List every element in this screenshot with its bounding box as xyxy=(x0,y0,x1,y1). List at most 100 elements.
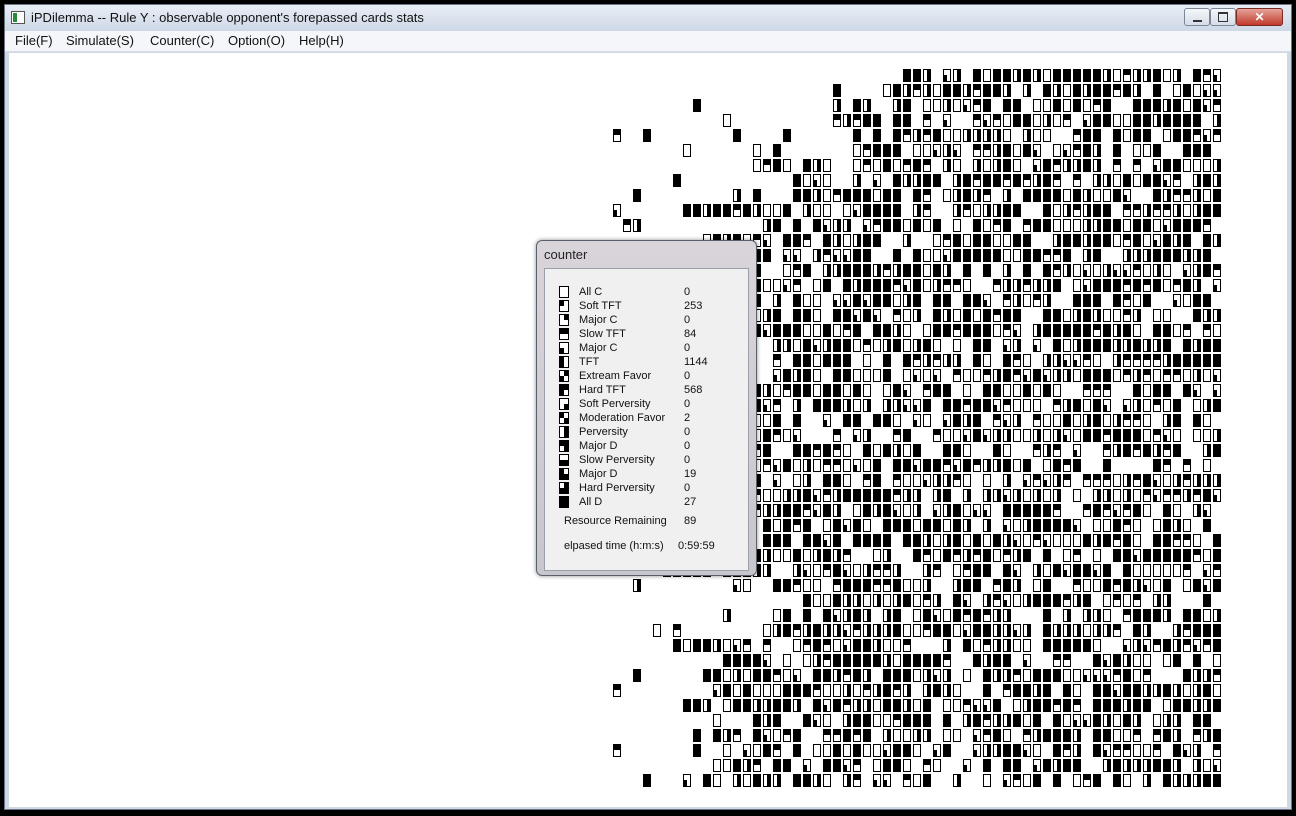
grid-cell xyxy=(924,400,930,411)
grid-cell xyxy=(1114,595,1120,600)
grid-cell xyxy=(1214,700,1220,711)
grid-cell xyxy=(1174,355,1180,366)
grid-cell xyxy=(1074,580,1080,585)
grid-cell xyxy=(784,520,790,531)
grid-cell xyxy=(1014,570,1017,576)
grid-cell xyxy=(904,595,910,606)
grid-cell xyxy=(864,715,870,726)
grid-cell xyxy=(1063,549,1071,562)
grid-cell xyxy=(1064,745,1070,750)
grid-cell xyxy=(1114,190,1120,201)
grid-cell xyxy=(813,354,821,367)
maximize-button[interactable] xyxy=(1210,8,1236,26)
grid-cell xyxy=(914,280,920,291)
grid-cell xyxy=(874,115,880,126)
grid-cell xyxy=(1104,505,1110,510)
grid-cell xyxy=(1014,715,1020,726)
grid-cell xyxy=(714,670,720,681)
grid-cell xyxy=(1194,645,1197,651)
grid-cell xyxy=(1044,250,1050,255)
grid-cell xyxy=(897,565,900,576)
grid-cell xyxy=(1204,775,1210,786)
grid-cell xyxy=(1094,115,1100,126)
grid-cell xyxy=(723,744,731,757)
grid-cell xyxy=(804,265,810,276)
grid-cell xyxy=(1004,160,1010,171)
grid-cell xyxy=(1034,535,1040,540)
grid-cell xyxy=(1074,700,1080,705)
grid-cell xyxy=(834,445,840,450)
grid-cell xyxy=(1044,375,1047,381)
grid-cell xyxy=(773,279,781,292)
grid-cell xyxy=(984,730,990,735)
grid-cell xyxy=(1114,220,1120,231)
grid-cell xyxy=(923,324,931,337)
grid-cell xyxy=(924,190,930,195)
grid-cell xyxy=(1194,355,1200,366)
grid-cell xyxy=(1153,519,1161,532)
grid-cell xyxy=(803,549,811,562)
grid-cell xyxy=(953,624,961,637)
menu-help[interactable]: Help(H) xyxy=(299,33,344,48)
grid-cell xyxy=(1204,520,1210,531)
grid-cell xyxy=(934,295,940,306)
grid-cell xyxy=(1164,775,1170,786)
grid-cell xyxy=(864,145,870,150)
grid-cell xyxy=(783,159,791,172)
grid-cell xyxy=(784,625,790,636)
grid-cell xyxy=(914,85,920,90)
grid-cell xyxy=(844,655,850,666)
menu-option[interactable]: Option(O) xyxy=(228,33,285,48)
grid-cell xyxy=(1074,360,1077,366)
grid-cell xyxy=(1034,345,1037,351)
grid-cell xyxy=(893,729,901,742)
grid-cell xyxy=(924,595,930,600)
grid-cell xyxy=(904,160,910,165)
grid-cell xyxy=(1197,175,1200,186)
grid-cell xyxy=(997,715,1000,726)
grid-cell xyxy=(997,160,1000,171)
menu-file[interactable]: File(F) xyxy=(15,33,53,48)
grid-cell xyxy=(827,625,830,636)
grid-cell xyxy=(1214,400,1220,411)
strategy-count: 0 xyxy=(684,314,691,326)
grid-cell xyxy=(794,385,800,396)
grid-cell xyxy=(784,255,787,261)
menu-simulate[interactable]: Simulate(S) xyxy=(66,33,134,48)
grid-cell xyxy=(1027,85,1030,96)
grid-cell xyxy=(933,549,941,562)
grid-cell xyxy=(1064,730,1070,741)
grid-cell xyxy=(1057,370,1060,381)
grid-cell xyxy=(837,670,840,681)
grid-cell xyxy=(844,190,850,201)
grid-cell xyxy=(1174,370,1180,375)
minimize-button[interactable] xyxy=(1184,8,1210,26)
counter-dialog[interactable]: counter All C 0 Soft TFT 253 Major C 0 Slow TF… xyxy=(536,240,757,576)
title-bar[interactable]: iPDilemma -- Rule Y : observable opponen… xyxy=(5,5,1291,31)
grid-cell xyxy=(934,675,937,681)
grid-cell xyxy=(1144,445,1150,456)
grid-cell xyxy=(1177,520,1180,531)
grid-cell xyxy=(777,625,780,636)
grid-cell xyxy=(1114,160,1120,165)
grid-cell xyxy=(834,655,840,666)
menu-counter[interactable]: Counter(C) xyxy=(150,33,214,48)
grid-cell xyxy=(924,655,930,666)
grid-cell xyxy=(973,369,981,382)
strategy-label: Major D xyxy=(579,468,618,480)
grid-cell xyxy=(874,205,880,216)
strategy-pattern-icon xyxy=(559,398,569,410)
grid-cell xyxy=(907,235,910,246)
grid-cell xyxy=(1124,205,1130,210)
grid-cell xyxy=(1164,385,1170,396)
grid-cell xyxy=(1114,270,1117,276)
grid-cell xyxy=(1183,684,1191,697)
grid-cell xyxy=(723,759,731,772)
grid-cell xyxy=(994,175,1000,186)
grid-cell xyxy=(883,384,891,397)
grid-cell xyxy=(1074,130,1080,135)
close-button[interactable]: ✕ xyxy=(1236,8,1283,26)
grid-cell xyxy=(987,655,990,666)
grid-cell xyxy=(954,550,960,555)
grid-cell xyxy=(964,190,970,201)
